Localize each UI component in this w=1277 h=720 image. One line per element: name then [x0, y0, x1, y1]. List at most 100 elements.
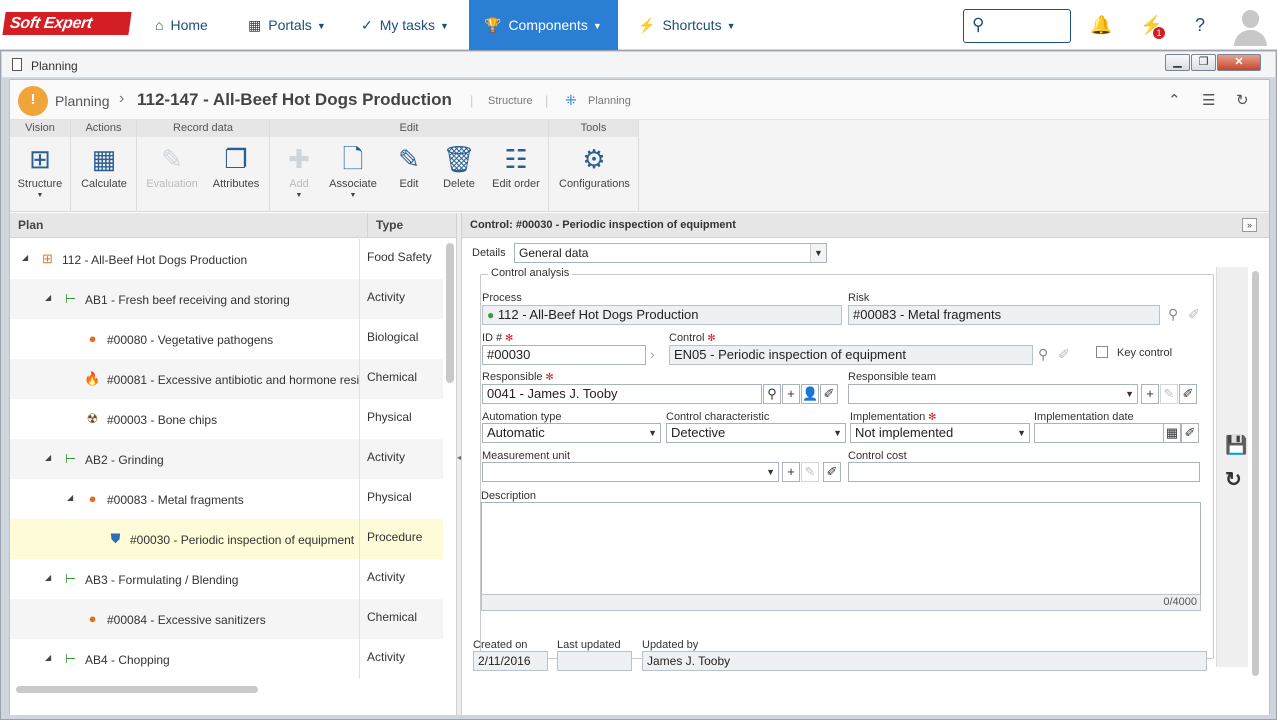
tree-row[interactable]: ◢ ⊢ AB2 - Grinding Activity [10, 439, 443, 479]
nav-shortcuts[interactable]: ⚡ Shortcuts ▼ [638, 0, 736, 50]
list-icon[interactable]: ☰ [1202, 91, 1215, 109]
vertical-scrollbar[interactable] [1252, 271, 1259, 676]
tree-row[interactable]: ☢ #00003 - Bone chips Physical [10, 399, 443, 439]
restore-button[interactable]: ❐ [1191, 54, 1216, 71]
reload-icon[interactable]: ↻ [1225, 467, 1242, 492]
expand-toggle-icon[interactable]: ◢ [22, 253, 28, 262]
expand-toggle-icon[interactable]: ◢ [45, 293, 51, 302]
horizontal-scrollbar[interactable] [16, 686, 258, 693]
measurement-edit-icon[interactable]: ✎ [801, 462, 819, 482]
expand-toggle-icon[interactable]: ◢ [45, 453, 51, 462]
minimize-button[interactable]: ▁ [1165, 54, 1190, 71]
tree-row[interactable]: ◢ ⊞ 112 - All-Beef Hot Dogs Production F… [10, 239, 443, 279]
column-type[interactable]: Type [367, 213, 403, 238]
calculate-button[interactable]: ▦ Calculate [75, 140, 133, 210]
close-button[interactable]: ✕ [1217, 54, 1261, 71]
delete-button[interactable]: 🗑 Delete [430, 140, 488, 210]
nav-home[interactable]: ⌂ Home [155, 0, 208, 50]
tree-row-name: #00003 - Bone chips [107, 413, 218, 427]
nav-components[interactable]: 🏆 Components ▼ [469, 0, 618, 50]
implementation-select[interactable]: Not implemented ▼ [850, 423, 1030, 443]
planning-structure-icon: ⁜ [565, 92, 577, 108]
responsible-user-icon[interactable]: 👤 [801, 384, 819, 404]
tree-row-type: Chemical [359, 599, 443, 639]
breadcrumb-planning[interactable]: Planning [55, 93, 110, 109]
team-clear-icon[interactable]: ✐ [1179, 384, 1197, 404]
structure-button[interactable]: ⊞ Structure ▼ [11, 140, 69, 210]
expand-toggle-icon[interactable]: ◢ [45, 573, 51, 582]
configurations-button[interactable]: ⚙ Configurations [559, 140, 630, 210]
control-characteristic-select[interactable]: Detective ▼ [666, 423, 846, 443]
collapse-up-icon[interactable]: ⌃ [1168, 91, 1181, 109]
vertical-scrollbar[interactable] [446, 243, 454, 383]
structure-link[interactable]: Structure [488, 95, 533, 107]
control-cost-field[interactable] [848, 462, 1200, 482]
refresh-icon[interactable]: ↻ [1236, 91, 1249, 109]
process-label: Process [482, 292, 522, 304]
evaluation-button[interactable]: ✎ Evaluation [143, 140, 201, 210]
attributes-button[interactable]: ❐ Attributes [207, 140, 265, 210]
notifications-bell-icon[interactable]: 🔔 [1090, 14, 1112, 36]
measurement-add-icon[interactable]: + [782, 462, 800, 482]
trophy-icon: 🏆 [484, 17, 502, 33]
search-icon: ⚲ [972, 15, 985, 34]
tree-row[interactable]: ◢ ● #00083 - Metal fragments Physical [10, 479, 443, 519]
expand-toggle-icon[interactable]: ◢ [45, 653, 51, 662]
softexpert-logo[interactable]: Soft Expert [2, 12, 132, 35]
last-updated-label: Last updated [557, 639, 621, 651]
tree-row[interactable]: ◢ ⊢ AB4 - Chopping Activity [10, 639, 443, 679]
responsible-add-icon[interactable]: + [782, 384, 800, 404]
measurement-unit-select[interactable]: ▼ [482, 462, 779, 482]
team-edit-icon[interactable]: ✎ [1160, 384, 1178, 404]
tree-row[interactable]: ● #00084 - Excessive sanitizers Chemical [10, 599, 443, 639]
process-field: ● 112 - All-Beef Hot Dogs Production [482, 305, 842, 325]
risk-search-icon[interactable]: ⚲ [1168, 306, 1178, 323]
save-icon[interactable]: 💾 [1225, 435, 1247, 456]
process-value: 112 - All-Beef Hot Dogs Production [497, 307, 699, 322]
implementation-date-field[interactable] [1034, 423, 1164, 443]
chevron-right-icon[interactable]: › [650, 346, 655, 362]
measurement-clear-icon[interactable]: ✐ [823, 462, 841, 482]
responsible-search-icon[interactable]: ⚲ [763, 384, 781, 404]
responsible-clear-icon[interactable]: ✐ [820, 384, 838, 404]
tree-row[interactable]: 🔥 #00081 - Excessive antibiotic and horm… [10, 359, 443, 399]
date-clear-icon[interactable]: ✐ [1181, 423, 1199, 443]
calendar-icon[interactable]: ▦ [1163, 423, 1181, 443]
id-field[interactable]: #00030 [482, 345, 646, 365]
control-clear-icon[interactable]: ✐ [1058, 346, 1070, 363]
expand-toggle-icon[interactable]: ◢ [67, 493, 73, 502]
key-control-label: Key control [1117, 347, 1173, 359]
associate-button[interactable]: 🗋 Associate ▼ [324, 140, 382, 210]
check-icon: ✓ [361, 17, 373, 33]
tree-row-name: #00080 - Vegetative pathogens [107, 333, 274, 347]
team-add-icon[interactable]: + [1141, 384, 1159, 404]
tree-row-selected[interactable]: ⛊ #00030 - Periodic inspection of equipm… [10, 519, 443, 559]
risk-clear-icon[interactable]: ✐ [1188, 306, 1200, 323]
details-select[interactable]: General data ▼ [514, 243, 827, 263]
control-shield-icon: ⛊ [110, 531, 121, 546]
edit-order-button[interactable]: ☷ Edit order [487, 140, 545, 210]
collapse-left-icon: ◂ [457, 453, 462, 462]
search-input[interactable]: ⚲ [963, 9, 1071, 43]
nav-my-tasks[interactable]: ✓ My tasks ▼ [361, 0, 449, 50]
group-record-data-label: Record data [137, 120, 269, 137]
associate-document-icon: 🗋 [342, 144, 364, 174]
tree-row[interactable]: ◢ ⊢ AB1 - Fresh beef receiving and stori… [10, 279, 443, 319]
add-button[interactable]: ✚ Add ▼ [270, 140, 328, 210]
tree-row[interactable]: ● #00080 - Vegetative pathogens Biologic… [10, 319, 443, 359]
implementation-label: Implementation ✻ [850, 411, 937, 423]
user-avatar[interactable] [1232, 8, 1268, 46]
tree-row[interactable]: ◢ ⊢ AB3 - Formulating / Blending Activit… [10, 559, 443, 599]
nav-portals[interactable]: ▦ Portals ▼ [248, 0, 326, 50]
automation-type-select[interactable]: Automatic ▼ [482, 423, 661, 443]
attributes-icon: ❐ [224, 144, 248, 174]
control-search-icon[interactable]: ⚲ [1038, 346, 1048, 363]
column-plan[interactable]: Plan [18, 218, 43, 232]
responsible-team-select[interactable]: ▼ [848, 384, 1138, 404]
tree-row-name: AB3 - Formulating / Blending [85, 573, 239, 587]
responsible-field[interactable]: 0041 - James J. Tooby [482, 384, 762, 404]
expand-panel-icon[interactable]: » [1242, 218, 1257, 232]
planning-link[interactable]: Planning [588, 95, 631, 107]
help-icon[interactable]: ? [1189, 14, 1211, 36]
key-control-checkbox[interactable] [1096, 346, 1108, 358]
